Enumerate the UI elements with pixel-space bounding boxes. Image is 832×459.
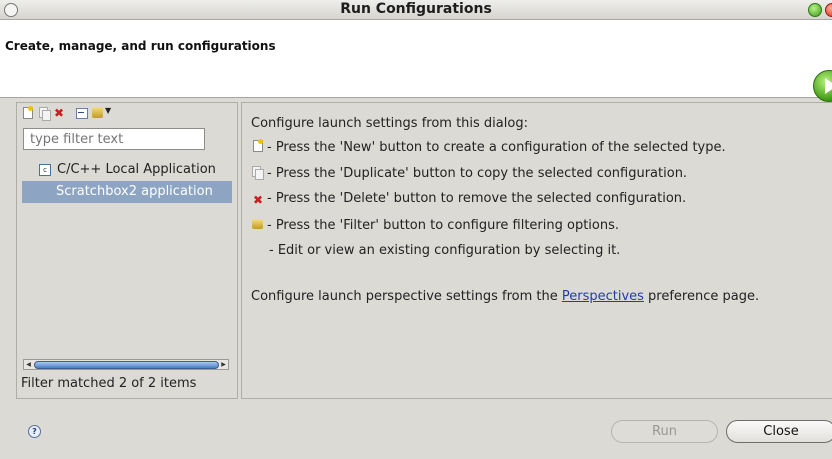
scrollbar-thumb[interactable] [34, 361, 219, 369]
configuration-info-pane: Configure launch settings from this dial… [241, 102, 832, 399]
tree-item-scratchbox2-application[interactable]: Scratchbox2 application [22, 181, 232, 203]
title-bar: Run Configurations [0, 0, 832, 20]
info-line-edit: - Edit or view an existing configuration… [269, 243, 621, 258]
collapse-all-icon[interactable] [75, 106, 89, 120]
filter-status-text: Filter matched 2 of 2 items [21, 376, 197, 391]
close-button[interactable]: Close [726, 420, 832, 443]
info-line-delete: ✖ - Press the 'Delete' button to remove t… [252, 191, 687, 207]
scroll-left-icon[interactable]: ◀ [24, 360, 33, 369]
duplicate-config-icon[interactable] [38, 106, 52, 121]
perspective-text: Configure launch perspective settings fr… [251, 289, 760, 304]
delete-icon: ✖ [252, 193, 264, 207]
filter-icon[interactable]: ▼ [91, 106, 113, 120]
dialog-header: Create, manage, and run configurations [0, 20, 832, 102]
window-title: Run Configurations [340, 1, 492, 17]
c-app-icon: c [39, 163, 51, 176]
maximize-button[interactable] [808, 3, 822, 17]
header-title: Create, manage, and run configurations [5, 39, 276, 53]
tree-item-label: Scratchbox2 application [56, 184, 213, 199]
run-banner-icon [813, 70, 832, 102]
configuration-tree: c C/C++ Local Application Scratchbox2 app… [22, 159, 232, 203]
info-line-duplicate: - Press the 'Duplicate' button to copy t… [251, 165, 687, 181]
configuration-list-pane: ✖ ▼ c C/C++ Local Application Scratchbox2… [16, 102, 238, 399]
intro-text: Configure launch settings from this dial… [251, 116, 528, 131]
tree-item-c-local-application[interactable]: c C/C++ Local Application [22, 159, 232, 181]
chevron-down-icon[interactable]: ▼ [105, 106, 111, 115]
duplicate-icon [251, 165, 265, 180]
new-config-icon[interactable] [21, 106, 35, 120]
info-line-filter: - Press the 'Filter' button to configure… [251, 217, 619, 233]
filter-icon [251, 217, 265, 231]
horizontal-scrollbar[interactable]: ◀ ▶ [23, 359, 229, 370]
run-button[interactable]: Run [611, 420, 718, 443]
info-line-new: - Press the 'New' button to create a con… [251, 139, 726, 155]
delete-config-icon[interactable]: ✖ [54, 106, 68, 120]
new-icon [251, 139, 265, 153]
tree-item-label: C/C++ Local Application [57, 162, 216, 177]
close-window-button[interactable] [825, 3, 832, 17]
help-icon[interactable]: ? [28, 425, 41, 438]
perspectives-link[interactable]: Perspectives [562, 289, 644, 304]
scroll-right-icon[interactable]: ▶ [219, 360, 228, 369]
filter-input[interactable] [23, 128, 205, 150]
